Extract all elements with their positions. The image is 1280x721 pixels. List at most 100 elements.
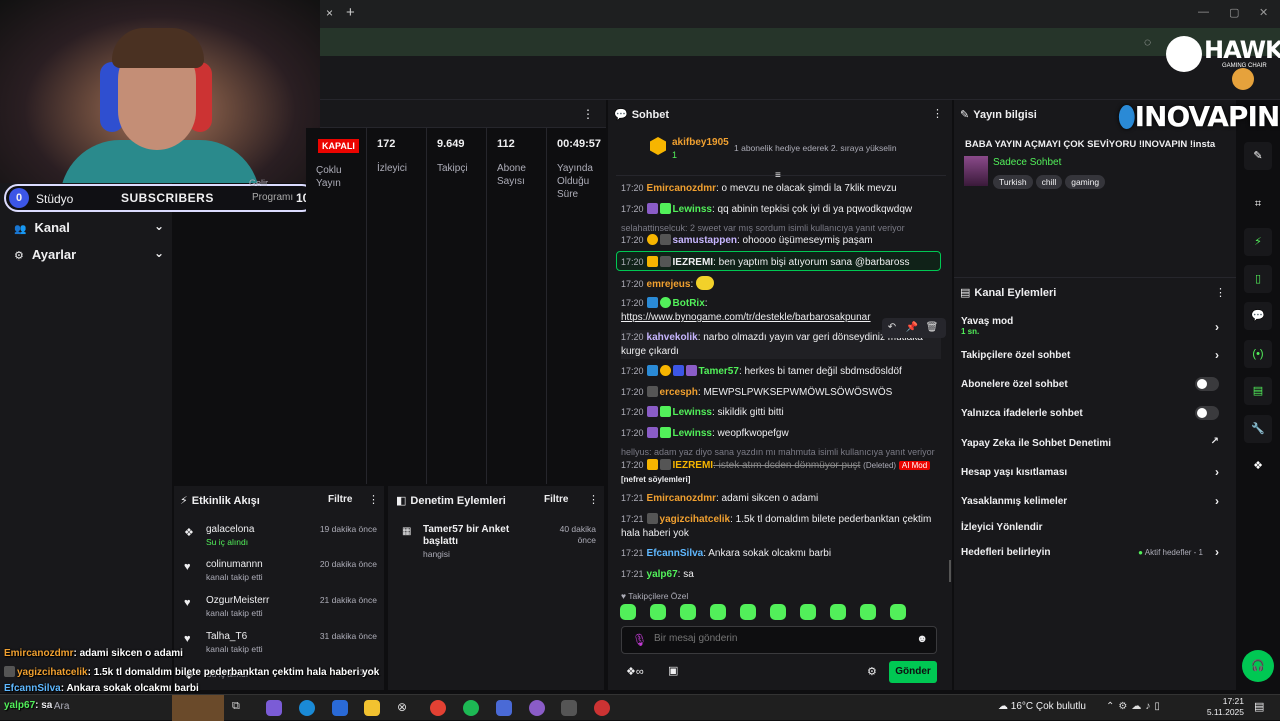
emote-icon[interactable] [680, 604, 696, 620]
message-user[interactable]: Lewinss [673, 407, 712, 418]
points-icon[interactable]: ❖∞ [626, 665, 644, 678]
send-button[interactable]: Gönder [889, 661, 937, 683]
close-window-icon[interactable]: ✕ [1259, 6, 1268, 19]
action-raid[interactable]: İzleyici Yönlendir [961, 522, 1229, 533]
message-user[interactable]: Emircanozdmr [647, 493, 716, 504]
message-link[interactable]: https://www.bynogame.com/tr/destekle/bar… [621, 312, 871, 323]
headset-icon[interactable]: 🎧 [1242, 650, 1274, 682]
more-options-icon[interactable]: ⋮ [368, 493, 379, 506]
message-user[interactable]: Lewinss [673, 204, 712, 215]
weather-widget[interactable]: ☁ 16°C Çok bulutlu [998, 701, 1086, 712]
folder-icon[interactable] [364, 700, 380, 716]
close-tab-button[interactable]: × [326, 6, 333, 20]
copilot-icon[interactable] [266, 700, 282, 716]
message-user[interactable]: Tamer57 [699, 366, 739, 377]
action-ai-moderation[interactable]: Yapay Zeka ile Sohbet Denetimi ↗ [961, 436, 1229, 449]
emote-icon[interactable] [650, 604, 666, 620]
minimize-icon[interactable]: — [1198, 6, 1209, 18]
widget-image[interactable] [172, 695, 224, 721]
eye-off-icon[interactable]: ◌ [1144, 35, 1151, 49]
action-slow-mode[interactable]: Yavaş mod 1 sn. › [961, 316, 1229, 336]
category-thumbnail[interactable] [964, 156, 988, 186]
search-box[interactable]: ⌕ Ara [46, 701, 69, 712]
new-tab-button[interactable]: + [346, 4, 355, 21]
tray-icons[interactable]: ⌃⚙☁♪▯ [1106, 701, 1164, 712]
app-icon[interactable] [561, 700, 577, 716]
edge-icon[interactable] [299, 700, 315, 716]
emote-icon[interactable] [830, 604, 846, 620]
wrench-icon[interactable]: 🔧 [1244, 415, 1272, 443]
more-options-icon[interactable]: ⋮ [588, 493, 599, 506]
emote-icon[interactable] [800, 604, 816, 620]
message-user[interactable]: EfcannSilva [647, 548, 704, 559]
chrome-icon[interactable] [430, 700, 446, 716]
gear-icon[interactable]: ⚙ [867, 665, 877, 678]
points-icon[interactable]: ❖ [1244, 452, 1272, 480]
tag-chip[interactable]: chill [1035, 175, 1063, 189]
message-user[interactable]: yalp67 [647, 569, 678, 580]
message-user[interactable]: ercesph [660, 387, 698, 398]
more-options-icon[interactable]: ⋮ [582, 107, 594, 121]
broadcast-icon[interactable]: (•) [1244, 340, 1272, 368]
collapse-icon[interactable]: ≡ [775, 170, 781, 181]
action-banned-words[interactable]: Yasaklanmış kelimeler › [961, 494, 1229, 508]
emote-icon[interactable] [620, 604, 636, 620]
app-icon[interactable] [496, 700, 512, 716]
chat-message: 17:20 Emircanozdmr: o mevzu ne olacak şim… [621, 181, 941, 196]
avatar[interactable] [1232, 68, 1254, 90]
clock[interactable]: 17:21 5.11.2025 [1204, 696, 1244, 718]
emote-icon[interactable] [860, 604, 876, 620]
message-user[interactable]: samustappen [673, 235, 737, 246]
maximize-icon[interactable]: ▢ [1229, 6, 1239, 19]
message-user[interactable]: yagizcihatcelik [660, 514, 731, 525]
category-link[interactable]: Sadece Sohbet [993, 157, 1061, 168]
emote-icon[interactable] [890, 604, 906, 620]
emote-icon[interactable] [710, 604, 726, 620]
activity-filter-button[interactable]: Filtre [328, 494, 352, 505]
emote-icon[interactable] [740, 604, 756, 620]
task-view-icon[interactable]: ⧉ [232, 700, 248, 716]
discord-icon[interactable] [529, 700, 545, 716]
emote-icon[interactable] [770, 604, 786, 620]
subs-only-toggle[interactable] [1195, 377, 1219, 391]
more-options-icon[interactable]: ⋮ [1215, 286, 1226, 299]
emote-only-toggle[interactable] [1195, 406, 1219, 420]
moderation-filter-button[interactable]: Filtre [544, 494, 568, 505]
message-user[interactable]: IEZREMI [673, 257, 714, 268]
emoji-icon[interactable]: ☻ [916, 633, 928, 645]
pin-icon[interactable]: 📌 [902, 318, 922, 338]
chat-scrollbar[interactable] [949, 560, 951, 582]
document-icon[interactable]: ▯ [1244, 265, 1272, 293]
message-user[interactable]: kahvekolik [647, 332, 698, 343]
notification-icon[interactable]: ▤ [1254, 700, 1264, 713]
action-goals[interactable]: Hedefleri belirleyin ● Aktif hedefler - 1… [961, 545, 1229, 559]
mic-icon[interactable]: 🎙 [632, 633, 647, 647]
layout-icon[interactable]: ▤ [1244, 377, 1272, 405]
message-user[interactable]: IEZREMI [673, 460, 714, 471]
store-icon[interactable] [332, 700, 348, 716]
more-options-icon[interactable]: ⋮ [932, 107, 943, 120]
xbox-icon[interactable]: ⊗ [397, 700, 413, 716]
message-user[interactable]: Lewinss [673, 428, 712, 439]
sidebar-item-ayarlar[interactable]: ⚙ Ayarlar ⌄ [14, 246, 164, 262]
message-user[interactable]: Emircanozdmr [647, 183, 716, 194]
chat-icon[interactable]: 💬 [1244, 302, 1272, 330]
store-icon[interactable]: ▣ [668, 664, 678, 677]
tag-chip[interactable]: Turkish [993, 175, 1033, 189]
address-bar[interactable] [320, 28, 1280, 56]
obs-icon[interactable] [594, 700, 610, 716]
reply-icon[interactable]: ↶ [882, 318, 902, 338]
crop-icon[interactable]: ⌗ [1244, 190, 1272, 218]
tag-chip[interactable]: gaming [1065, 175, 1106, 189]
pencil-icon[interactable]: ✎ [1244, 142, 1272, 170]
sidebar-item-kanal[interactable]: 👥 Kanal ⌄ [14, 219, 164, 235]
action-account-age[interactable]: Hesap yaşı kısıtlaması › [961, 465, 1229, 479]
spotify-icon[interactable] [463, 700, 479, 716]
message-user[interactable]: emrejeus [647, 279, 691, 290]
message-user[interactable]: BotRix [673, 298, 705, 309]
trash-icon[interactable]: 🗑 [922, 318, 942, 338]
lightning-icon[interactable]: ⚡ [1244, 228, 1272, 256]
action-followers-only[interactable]: Takipçilere özel sohbet › [961, 348, 1229, 362]
chat-input-box[interactable]: 🎙 ☻ [621, 626, 937, 654]
chat-input[interactable] [654, 633, 904, 644]
